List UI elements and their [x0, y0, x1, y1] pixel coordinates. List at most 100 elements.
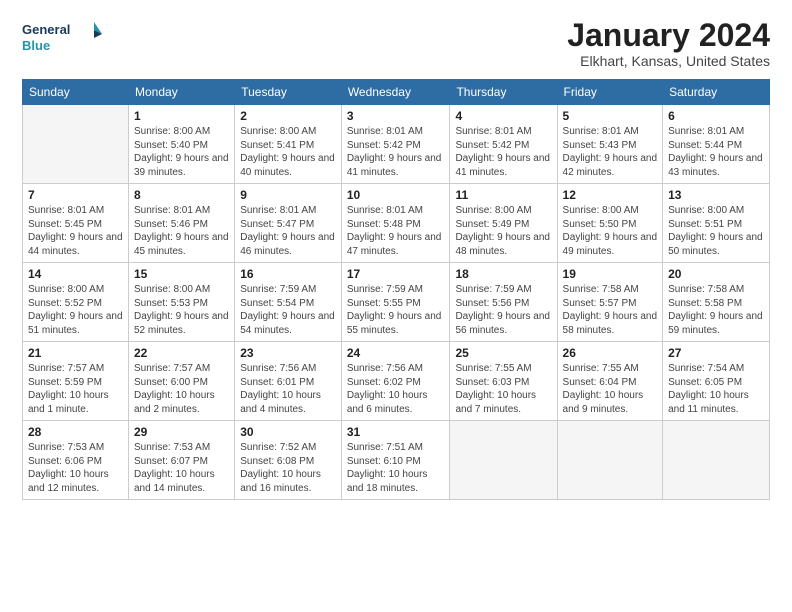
col-tuesday: Tuesday — [235, 80, 342, 105]
day-info: Sunrise: 8:00 AMSunset: 5:41 PMDaylight:… — [240, 125, 336, 179]
svg-text:General: General — [22, 22, 70, 37]
day-number: 12 — [563, 188, 658, 202]
day-number: 30 — [240, 425, 336, 439]
table-row — [663, 421, 770, 500]
day-number: 11 — [455, 188, 551, 202]
day-number: 16 — [240, 267, 336, 281]
subtitle: Elkhart, Kansas, United States — [567, 53, 770, 69]
day-number: 13 — [668, 188, 764, 202]
day-info: Sunrise: 7:57 AMSunset: 5:59 PMDaylight:… — [28, 362, 123, 416]
day-info: Sunrise: 8:00 AMSunset: 5:52 PMDaylight:… — [28, 283, 123, 337]
table-row: 7Sunrise: 8:01 AMSunset: 5:45 PMDaylight… — [23, 184, 129, 263]
table-row: 21Sunrise: 7:57 AMSunset: 5:59 PMDayligh… — [23, 342, 129, 421]
day-number: 31 — [347, 425, 445, 439]
table-row: 12 Sunrise: 8:00 AMSunset: 5:50 PMDayligh… — [557, 184, 663, 263]
table-row: 5Sunrise: 8:01 AMSunset: 5:43 PMDaylight… — [557, 105, 663, 184]
day-info: Sunrise: 7:54 AMSunset: 6:05 PMDaylight:… — [668, 362, 764, 416]
day-info: Sunrise: 7:59 AMSunset: 5:56 PMDaylight:… — [455, 283, 551, 337]
day-info: Sunrise: 7:51 AMSunset: 6:10 PMDaylight:… — [347, 441, 445, 495]
day-number: 15 — [134, 267, 229, 281]
day-info: Sunrise: 8:01 AMSunset: 5:46 PMDaylight:… — [134, 204, 229, 258]
day-info: Sunrise: 7:58 AMSunset: 5:57 PMDaylight:… — [563, 283, 658, 337]
table-row: 31 Sunrise: 7:51 AMSunset: 6:10 PMDayligh… — [341, 421, 450, 500]
day-info: Sunrise: 8:00 AMSunset: 5:53 PMDaylight:… — [134, 283, 229, 337]
calendar: Sunday Monday Tuesday Wednesday Thursday… — [22, 79, 770, 500]
col-saturday: Saturday — [663, 80, 770, 105]
calendar-week-row: 7Sunrise: 8:01 AMSunset: 5:45 PMDaylight… — [23, 184, 770, 263]
col-monday: Monday — [129, 80, 235, 105]
day-info: Sunrise: 7:57 AMSunset: 6:00 PMDaylight:… — [134, 362, 229, 416]
table-row: 9 Sunrise: 8:01 AMSunset: 5:47 PMDaylight… — [235, 184, 342, 263]
table-row: 15 Sunrise: 8:00 AMSunset: 5:53 PMDayligh… — [129, 263, 235, 342]
day-number: 27 — [668, 346, 764, 360]
col-sunday: Sunday — [23, 80, 129, 105]
table-row: 28 Sunrise: 7:53 AMSunset: 6:06 PMDayligh… — [23, 421, 129, 500]
table-row: 30Sunrise: 7:52 AMSunset: 6:08 PMDayligh… — [235, 421, 342, 500]
day-number: 23 — [240, 346, 336, 360]
day-info: Sunrise: 8:01 AMSunset: 5:47 PMDaylight:… — [240, 204, 336, 258]
col-thursday: Thursday — [450, 80, 557, 105]
day-number: 29 — [134, 425, 229, 439]
table-row: 3 Sunrise: 8:01 AMSunset: 5:42 PMDaylight… — [341, 105, 450, 184]
day-info: Sunrise: 8:01 AMSunset: 5:42 PMDaylight:… — [347, 125, 445, 179]
table-row: 19 Sunrise: 7:58 AMSunset: 5:57 PMDayligh… — [557, 263, 663, 342]
day-info: Sunrise: 8:00 AMSunset: 5:50 PMDaylight:… — [563, 204, 658, 258]
day-number: 20 — [668, 267, 764, 281]
day-info: Sunrise: 7:58 AMSunset: 5:58 PMDaylight:… — [668, 283, 764, 337]
svg-text:Blue: Blue — [22, 38, 50, 53]
day-info: Sunrise: 7:56 AMSunset: 6:01 PMDaylight:… — [240, 362, 336, 416]
calendar-header-row: Sunday Monday Tuesday Wednesday Thursday… — [23, 80, 770, 105]
table-row: 13 Sunrise: 8:00 AMSunset: 5:51 PMDayligh… — [663, 184, 770, 263]
table-row: 17Sunrise: 7:59 AMSunset: 5:55 PMDayligh… — [341, 263, 450, 342]
day-number: 3 — [347, 109, 445, 123]
day-info: Sunrise: 8:01 AMSunset: 5:42 PMDaylight:… — [455, 125, 551, 179]
calendar-week-row: 28 Sunrise: 7:53 AMSunset: 6:06 PMDayligh… — [23, 421, 770, 500]
day-number: 7 — [28, 188, 123, 202]
day-info: Sunrise: 8:00 AMSunset: 5:51 PMDaylight:… — [668, 204, 764, 258]
main-title: January 2024 — [567, 18, 770, 53]
day-number: 22 — [134, 346, 229, 360]
table-row: 18 Sunrise: 7:59 AMSunset: 5:56 PMDayligh… — [450, 263, 557, 342]
table-row: 10 Sunrise: 8:01 AMSunset: 5:48 PMDayligh… — [341, 184, 450, 263]
col-friday: Friday — [557, 80, 663, 105]
day-info: Sunrise: 8:01 AMSunset: 5:44 PMDaylight:… — [668, 125, 764, 179]
day-info: Sunrise: 8:01 AMSunset: 5:48 PMDaylight:… — [347, 204, 445, 258]
calendar-week-row: 14 Sunrise: 8:00 AMSunset: 5:52 PMDayligh… — [23, 263, 770, 342]
day-number: 14 — [28, 267, 123, 281]
day-number: 28 — [28, 425, 123, 439]
table-row: 24 Sunrise: 7:56 AMSunset: 6:02 PMDayligh… — [341, 342, 450, 421]
table-row: 26 Sunrise: 7:55 AMSunset: 6:04 PMDayligh… — [557, 342, 663, 421]
day-info: Sunrise: 7:53 AMSunset: 6:06 PMDaylight:… — [28, 441, 123, 495]
day-number: 17 — [347, 267, 445, 281]
table-row: 11 Sunrise: 8:00 AMSunset: 5:49 PMDayligh… — [450, 184, 557, 263]
day-info: Sunrise: 8:01 AMSunset: 5:43 PMDaylight:… — [563, 125, 658, 179]
day-info: Sunrise: 8:00 AMSunset: 5:49 PMDaylight:… — [455, 204, 551, 258]
table-row: 14 Sunrise: 8:00 AMSunset: 5:52 PMDayligh… — [23, 263, 129, 342]
day-number: 19 — [563, 267, 658, 281]
table-row: 23 Sunrise: 7:56 AMSunset: 6:01 PMDayligh… — [235, 342, 342, 421]
day-number: 10 — [347, 188, 445, 202]
table-row: 4 Sunrise: 8:01 AMSunset: 5:42 PMDaylight… — [450, 105, 557, 184]
day-number: 1 — [134, 109, 229, 123]
table-row: 25Sunrise: 7:55 AMSunset: 6:03 PMDayligh… — [450, 342, 557, 421]
logo: General Blue — [22, 18, 102, 60]
day-number: 8 — [134, 188, 229, 202]
day-number: 24 — [347, 346, 445, 360]
day-number: 18 — [455, 267, 551, 281]
col-wednesday: Wednesday — [341, 80, 450, 105]
table-row: 8 Sunrise: 8:01 AMSunset: 5:46 PMDaylight… — [129, 184, 235, 263]
table-row — [450, 421, 557, 500]
table-row: 2Sunrise: 8:00 AMSunset: 5:41 PMDaylight… — [235, 105, 342, 184]
day-info: Sunrise: 7:55 AMSunset: 6:04 PMDaylight:… — [563, 362, 658, 416]
table-row: 29Sunrise: 7:53 AMSunset: 6:07 PMDayligh… — [129, 421, 235, 500]
table-row: 16Sunrise: 7:59 AMSunset: 5:54 PMDayligh… — [235, 263, 342, 342]
day-info: Sunrise: 7:56 AMSunset: 6:02 PMDaylight:… — [347, 362, 445, 416]
table-row — [557, 421, 663, 500]
header: General Blue January 2024 Elkhart, Kansa… — [22, 18, 770, 69]
table-row: 20 Sunrise: 7:58 AMSunset: 5:58 PMDayligh… — [663, 263, 770, 342]
day-number: 9 — [240, 188, 336, 202]
title-block: January 2024 Elkhart, Kansas, United Sta… — [567, 18, 770, 69]
day-number: 6 — [668, 109, 764, 123]
day-number: 4 — [455, 109, 551, 123]
day-number: 26 — [563, 346, 658, 360]
